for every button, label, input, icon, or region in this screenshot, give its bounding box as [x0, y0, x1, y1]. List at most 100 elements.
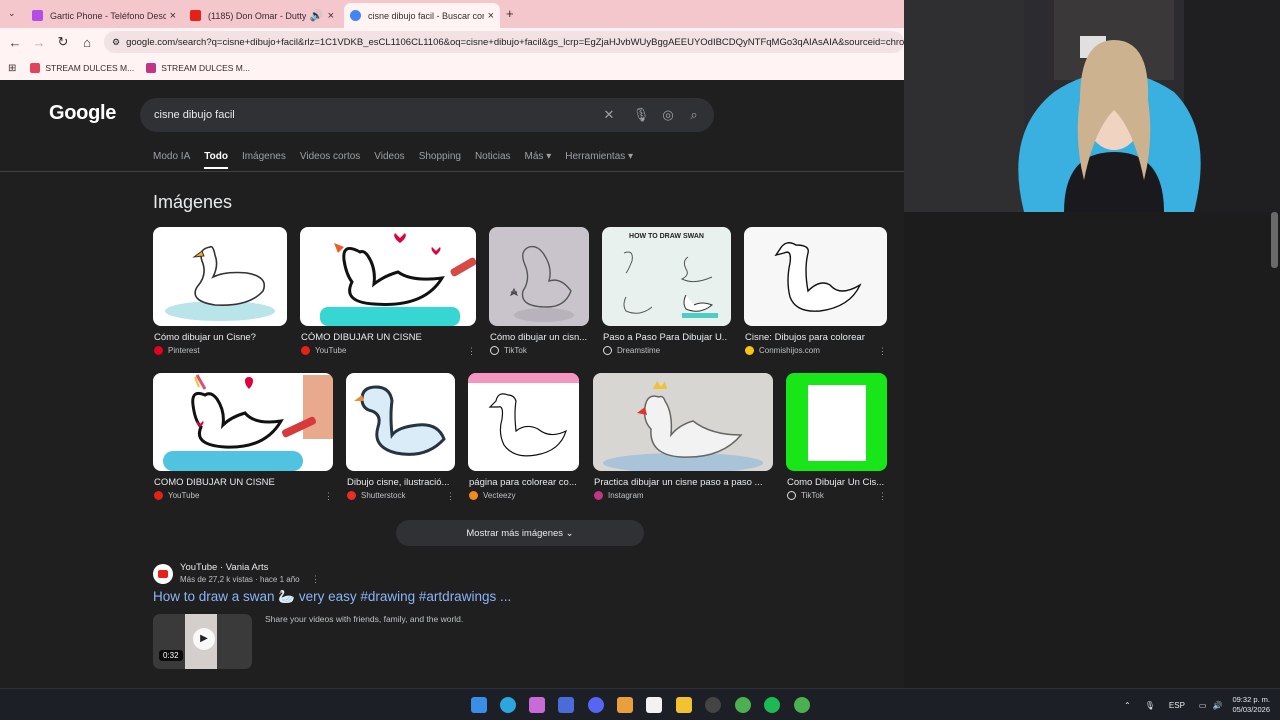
close-icon[interactable]: × [170, 10, 176, 22]
spotify-icon[interactable] [764, 697, 780, 713]
tab-imagenes[interactable]: Imágenes [242, 151, 286, 169]
more-options-icon[interactable]: ⋮ [467, 346, 476, 357]
notepad-icon[interactable] [646, 697, 662, 713]
close-icon[interactable]: × [328, 10, 334, 22]
image-result[interactable]: COMO DIBUJAR UN CISNE YouTube ⋮ [153, 373, 333, 503]
tab-videos-cortos[interactable]: Videos cortos [300, 151, 360, 169]
google-logo[interactable]: Google [49, 102, 116, 125]
how-to-draw-swan-text: HOW TO DRAW SWAN [629, 233, 704, 240]
result-title-link[interactable]: How to draw a swan 🦢 very easy #drawing … [153, 589, 511, 605]
tab-shopping[interactable]: Shopping [419, 151, 461, 169]
network-icon[interactable]: ▭ [1199, 701, 1207, 710]
file-explorer-icon[interactable] [676, 697, 692, 713]
image-thumbnail[interactable] [153, 227, 287, 326]
tab-videos[interactable]: Videos [374, 151, 404, 169]
image-thumbnail[interactable] [744, 227, 887, 326]
gartic-icon [32, 10, 43, 21]
more-options-icon[interactable]: ⋮ [446, 491, 455, 502]
image-result[interactable]: CÓMO DIBUJAR UN CISNE YouTube ⋮ [300, 227, 476, 357]
image-result[interactable]: Dibujo cisne, ilustració... Shutterstock… [346, 373, 455, 503]
image-result[interactable]: HOW TO DRAW SWAN Paso a Paso Para Dibuja… [602, 227, 731, 357]
tab-herramientas[interactable]: Herramientas ▾ [565, 151, 633, 169]
more-options-icon[interactable]: ⋮ [878, 491, 887, 502]
tab-modo-ia[interactable]: Modo IA [153, 151, 190, 169]
vecteezy-icon [469, 491, 478, 500]
desktop-area [904, 212, 1280, 688]
image-result[interactable]: Cómo dibujar un cisn... TikTok [489, 227, 589, 357]
tab-youtube[interactable]: (1185) Don Omar - Dutty L 🔊 × [184, 3, 340, 28]
volume-icon[interactable]: 🔊 [1212, 701, 1222, 710]
search-input[interactable]: cisne dibujo facil [154, 109, 235, 121]
tab-noticias[interactable]: Noticias [475, 151, 511, 169]
image-thumbnail[interactable] [489, 227, 589, 326]
tiktok-icon [490, 346, 499, 355]
bookmark-icon [30, 63, 41, 73]
obs-icon[interactable] [705, 697, 721, 713]
image-result[interactable]: Cisne: Dibujos para colorear Conmishijos… [744, 227, 887, 357]
browser-window: ⌄ Gartic Phone - Teléfono Descon × (1185… [0, 0, 904, 688]
video-duration: 0:32 [159, 650, 183, 661]
image-thumbnail[interactable] [786, 373, 887, 471]
more-options-icon[interactable]: ⋮ [324, 491, 333, 502]
youtube-icon[interactable] [153, 564, 173, 584]
bookmark-1[interactable]: STREAM DULCES M... [30, 63, 134, 73]
image-thumbnail[interactable] [300, 227, 476, 326]
speaker-icon[interactable]: 🔊 [310, 9, 324, 22]
search-box[interactable]: cisne dibujo facil ✕ 🎙 ◎ ⌕ [140, 98, 714, 132]
bookmark-2[interactable]: STREAM DULCES M... [146, 63, 250, 73]
tab-search-icon[interactable]: ⌄ [8, 8, 16, 19]
chrome-icon[interactable] [735, 697, 751, 713]
lens-icon[interactable]: ◎ [659, 106, 677, 124]
reload-icon[interactable]: ↻ [51, 34, 75, 50]
google-icon [350, 10, 361, 21]
tab-google[interactable]: cisne dibujo facil - Buscar con G × [344, 3, 500, 28]
show-more-images-button[interactable]: Mostrar más imágenes ⌄ [396, 520, 644, 546]
more-options-icon[interactable]: ⋮ [878, 346, 887, 357]
image-thumbnail[interactable] [346, 373, 455, 471]
microphone-icon[interactable]: 🎙 [1145, 701, 1155, 710]
address-bar[interactable]: ⚙ google.com/search?q=cisne+dibujo+facil… [104, 31, 904, 53]
app-icon[interactable] [558, 697, 574, 713]
tab-strip: ⌄ Gartic Phone - Teléfono Descon × (1185… [0, 0, 904, 28]
back-icon[interactable]: ← [3, 35, 27, 50]
webcam-overlay [904, 0, 1280, 212]
more-options-icon[interactable]: ⋮ [311, 574, 320, 585]
microphone-icon[interactable]: 🎙 [632, 106, 650, 124]
image-thumbnail[interactable] [153, 373, 333, 471]
clear-icon[interactable]: ✕ [600, 106, 618, 124]
windows-start-icon[interactable] [471, 697, 487, 713]
tab-gartic[interactable]: Gartic Phone - Teléfono Descon × [26, 3, 182, 28]
image-result[interactable]: Como Dibujar Un Cis... TikTok ⋮ [786, 373, 887, 503]
video-thumbnail[interactable]: ▶ 0:32 [153, 614, 252, 669]
site-info-icon[interactable]: ⚙ [112, 37, 120, 48]
search-icon[interactable]: ⌕ [685, 106, 703, 124]
home-icon[interactable]: ⌂ [75, 35, 99, 50]
image-thumbnail[interactable]: HOW TO DRAW SWAN [602, 227, 731, 326]
discord-icon[interactable] [588, 697, 604, 713]
tab-mas[interactable]: Más ▾ [525, 151, 552, 169]
language-indicator[interactable]: ESP [1169, 701, 1185, 710]
chrome-icon[interactable] [794, 697, 810, 713]
image-result[interactable]: Cómo dibujar un Cisne? Pinterest [153, 227, 287, 357]
image-thumbnail[interactable] [468, 373, 579, 471]
edge-icon[interactable] [500, 697, 516, 713]
image-result[interactable]: página para colorear co... Vecteezy [468, 373, 579, 503]
new-tab-icon[interactable]: + [506, 6, 514, 21]
paper [808, 385, 866, 461]
play-icon[interactable]: ▶ [193, 628, 215, 650]
apps-icon[interactable]: ⊞ [8, 63, 16, 74]
tab-todo[interactable]: Todo [204, 151, 228, 169]
copilot-icon[interactable] [529, 697, 545, 713]
image-result[interactable]: Practica dibujar un cisne paso a paso ..… [593, 373, 773, 503]
instagram-icon [594, 491, 603, 500]
result-site[interactable]: YouTube · Vania Arts [180, 562, 268, 573]
close-icon[interactable]: × [488, 10, 494, 22]
instagram-icon [146, 63, 157, 73]
forward-icon[interactable]: → [27, 35, 51, 50]
scrollbar[interactable] [1271, 212, 1278, 268]
app-icon[interactable] [617, 697, 633, 713]
clock[interactable]: 09:32 p. m. 05/03/2026 [1232, 695, 1270, 715]
image-thumbnail[interactable] [593, 373, 773, 471]
bookmarks-bar: ⊞ STREAM DULCES M... STREAM DULCES M... [0, 56, 904, 80]
chevron-up-icon[interactable]: ⌃ [1124, 701, 1131, 710]
